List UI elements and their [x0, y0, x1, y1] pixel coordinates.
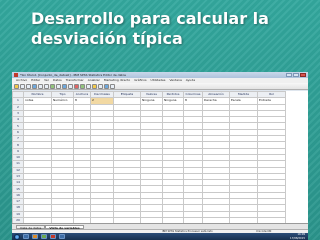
open-icon[interactable]: [14, 83, 19, 89]
find-icon[interactable]: [68, 83, 73, 89]
value-labels-icon[interactable]: [104, 83, 109, 89]
variable-table: Nombre Tipo Anchura Decimales Etiqueta V…: [12, 91, 286, 223]
windows-taskbar: 16:09 17/08/2015: [12, 233, 308, 240]
variables-icon[interactable]: [62, 83, 67, 89]
goto-case-icon[interactable]: [50, 83, 55, 89]
split-file-icon[interactable]: [86, 83, 91, 89]
spss-screenshot: *Sin título1 [Conjunto_de_datos0] - IBM …: [12, 72, 308, 240]
slide-title: Desarrollo para calcular la desviación t…: [31, 9, 301, 49]
save-icon[interactable]: [20, 83, 25, 89]
weight-cases-icon[interactable]: [92, 83, 97, 89]
column-header[interactable]: Columnas: [183, 91, 203, 99]
taskbar-spss-icon[interactable]: [50, 234, 56, 239]
taskbar-clock[interactable]: 16:09 17/08/2015: [290, 233, 305, 240]
use-sets-icon[interactable]: [110, 83, 115, 89]
toolbar: [12, 83, 308, 90]
spss-logo-icon: [14, 73, 18, 77]
start-button-icon[interactable]: [14, 233, 20, 240]
insert-variable-icon[interactable]: [80, 83, 85, 89]
taskbar-app-icon[interactable]: [41, 234, 47, 239]
maximize-icon[interactable]: [293, 73, 299, 77]
clock-date: 17/08/2015: [290, 236, 305, 240]
window-controls: [286, 73, 306, 77]
column-header[interactable]: Anchura: [73, 91, 91, 99]
print-icon[interactable]: [26, 83, 31, 89]
slide-title-line-1: Desarrollo para calcular la: [31, 9, 269, 28]
minimize-icon[interactable]: [286, 73, 292, 77]
slide-title-line-2: desviación típica: [31, 29, 183, 48]
close-icon[interactable]: [300, 73, 306, 77]
taskbar-media-icon[interactable]: [32, 234, 38, 239]
redo-icon[interactable]: [44, 83, 49, 89]
undo-icon[interactable]: [38, 83, 43, 89]
insert-cases-icon[interactable]: [74, 83, 79, 89]
recall-dialog-icon[interactable]: [32, 83, 37, 89]
variable-table-body: 1 notas Numérico 8 2 Ninguna Ninguna 8 Derecha Es…: [12, 97, 286, 223]
goto-variable-icon[interactable]: [56, 83, 61, 89]
taskbar-explorer-icon[interactable]: [23, 234, 29, 239]
variable-view-grid: Nombre Tipo Anchura Decimales Etiqueta V…: [12, 91, 308, 223]
taskbar-word-icon[interactable]: [59, 234, 65, 239]
select-cases-icon[interactable]: [98, 83, 103, 89]
